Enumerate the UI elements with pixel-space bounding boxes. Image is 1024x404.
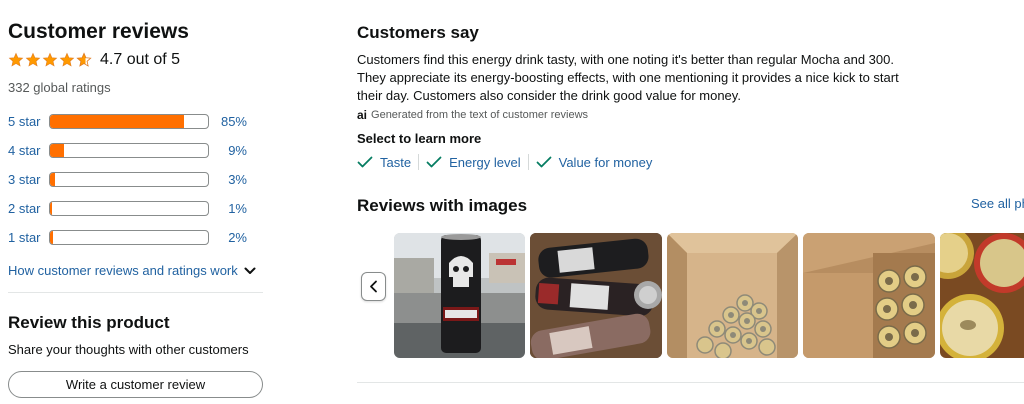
histogram-bar[interactable] <box>49 114 209 129</box>
ai-generated-note: ai Generated from the text of customer r… <box>357 108 1017 122</box>
how-reviews-work-link[interactable]: How customer reviews and ratings work <box>8 263 264 278</box>
histogram-row-4-star[interactable]: 4 star 9% <box>8 136 264 165</box>
review-photo-box-of-cans <box>803 233 935 358</box>
aspect-chips: Taste Energy level Value for money <box>357 154 1017 170</box>
checkmark-icon <box>536 156 552 168</box>
ai-icon: ai <box>357 108 368 122</box>
customers-say-panel: Customers say Customers find this energy… <box>357 22 1017 170</box>
histogram-row-5-star[interactable]: 5 star 85% <box>8 107 264 136</box>
review-image-thumbnail[interactable] <box>530 233 662 358</box>
histogram-percent[interactable]: 3% <box>211 172 247 187</box>
divider <box>357 382 1024 383</box>
histogram-bar[interactable] <box>49 201 209 216</box>
ai-note-text: Generated from the text of customer revi… <box>371 109 589 121</box>
aspect-label[interactable]: Taste <box>380 155 411 170</box>
histogram-label[interactable]: 2 star <box>8 201 48 216</box>
chevron-left-icon <box>370 280 377 293</box>
divider <box>8 292 263 293</box>
histogram-bar[interactable] <box>49 172 209 187</box>
customer-reviews-title: Customer reviews <box>8 20 189 43</box>
histogram-label[interactable]: 5 star <box>8 114 48 129</box>
write-review-button[interactable]: Write a customer review <box>8 371 263 398</box>
customers-say-title: Customers say <box>357 23 479 42</box>
review-image-thumbnail[interactable] <box>940 233 1024 358</box>
histogram-label[interactable]: 1 star <box>8 230 48 245</box>
rating-histogram: 5 star 85% 4 star 9% 3 star 3% 2 star 1%… <box>8 107 264 252</box>
see-all-photos-link[interactable]: See all ph <box>971 196 1024 211</box>
aspect-chip-energy-level[interactable]: Energy level <box>426 155 521 170</box>
star-icon <box>8 52 24 67</box>
aspect-label[interactable]: Value for money <box>559 155 653 170</box>
how-reviews-work-label[interactable]: How customer reviews and ratings work <box>8 263 238 278</box>
histogram-bar-fill <box>50 202 52 215</box>
review-image-thumbnail[interactable] <box>394 233 525 358</box>
review-this-product-subtitle: Share your thoughts with other customers <box>8 342 249 357</box>
customer-reviews-panel: Customer reviews 4.7 out of 5 332 global… <box>8 18 264 278</box>
aspect-chip-taste[interactable]: Taste <box>357 155 411 170</box>
carousel-prev-button[interactable] <box>361 272 386 301</box>
review-photo-open-box <box>667 233 798 358</box>
star-rating <box>8 52 92 68</box>
review-this-product-title: Review this product <box>8 313 170 332</box>
chip-separator <box>527 154 529 170</box>
reviews-with-images-title: Reviews with images <box>357 196 528 215</box>
histogram-percent[interactable]: 85% <box>211 114 247 129</box>
histogram-bar-fill <box>50 115 185 128</box>
histogram-percent[interactable]: 1% <box>211 201 247 216</box>
star-icon <box>42 52 58 67</box>
histogram-bar[interactable] <box>49 143 209 158</box>
star-icon <box>59 52 75 67</box>
review-photo-can-tops <box>940 233 1024 358</box>
aspect-label[interactable]: Energy level <box>449 155 521 170</box>
global-ratings-count: 332 global ratings <box>8 80 111 95</box>
histogram-bar[interactable] <box>49 230 209 245</box>
average-rating[interactable]: 4.7 out of 5 <box>8 49 264 71</box>
review-photo-can-on-dashboard <box>394 233 525 358</box>
histogram-row-3-star[interactable]: 3 star 3% <box>8 165 264 194</box>
histogram-bar-fill <box>50 173 55 186</box>
histogram-percent[interactable]: 9% <box>211 143 247 158</box>
select-to-learn-more: Select to learn more <box>357 131 482 146</box>
chevron-down-icon[interactable] <box>244 267 256 275</box>
review-image-thumbnail[interactable] <box>667 233 798 358</box>
review-image-thumbnail[interactable] <box>803 233 935 358</box>
customers-say-summary: Customers find this energy drink tasty, … <box>357 52 899 103</box>
histogram-bar-fill <box>50 231 54 244</box>
aspect-chip-value-for-money[interactable]: Value for money <box>536 155 653 170</box>
histogram-bar-fill <box>50 144 65 157</box>
histogram-label[interactable]: 4 star <box>8 143 48 158</box>
histogram-row-2-star[interactable]: 2 star 1% <box>8 194 264 223</box>
histogram-label[interactable]: 3 star <box>8 172 48 187</box>
histogram-row-1-star[interactable]: 1 star 2% <box>8 223 264 252</box>
review-photo-cans-in-box <box>530 233 662 358</box>
star-icon <box>25 52 41 67</box>
chip-separator <box>418 154 420 170</box>
checkmark-icon <box>426 156 442 168</box>
histogram-percent[interactable]: 2% <box>211 230 247 245</box>
checkmark-icon <box>357 156 373 168</box>
star-half-icon <box>76 52 92 67</box>
rating-text: 4.7 out of 5 <box>100 51 181 68</box>
